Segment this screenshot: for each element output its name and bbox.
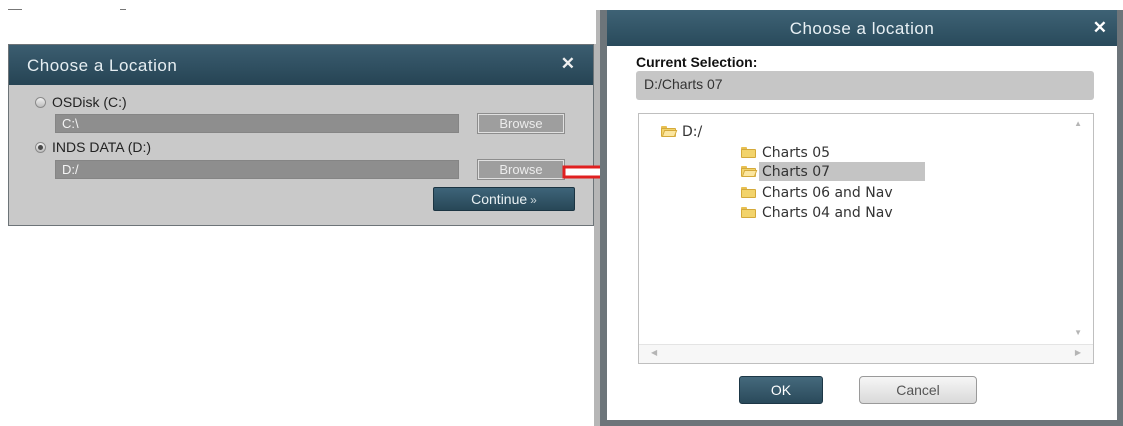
- top-dash-2: [120, 9, 126, 10]
- horizontal-scrollbar[interactable]: ◀ ▶: [639, 344, 1093, 363]
- tree-item[interactable]: Charts 05: [741, 143, 830, 162]
- drive-path-field: D:/: [55, 160, 459, 179]
- folder-tree[interactable]: D:/ Charts 05 Charts 07 Charts 06 and Na…: [638, 113, 1094, 364]
- scroll-down-icon[interactable]: ▼: [1074, 328, 1082, 337]
- tree-item-label: Charts 04 and Nav: [762, 204, 893, 221]
- drive-label: OSDisk (C:): [52, 94, 127, 110]
- close-icon[interactable]: ✕: [1093, 18, 1107, 38]
- current-selection-label: Current Selection:: [636, 54, 758, 70]
- tree-item-selected[interactable]: Charts 07: [741, 162, 926, 181]
- drive-label: INDS DATA (D:): [52, 139, 152, 155]
- choose-location-dialog: Choose a location ✕ Current Selection: D…: [600, 10, 1123, 426]
- dialog-title-bar: Choose a Location ✕: [9, 45, 593, 85]
- continue-button[interactable]: Continue»: [433, 187, 575, 211]
- browse-button[interactable]: Browse: [477, 159, 565, 180]
- drive-option-osdisk[interactable]: OSDisk (C:): [35, 93, 127, 111]
- browse-button[interactable]: Browse: [477, 113, 565, 134]
- folder-icon: [741, 147, 756, 158]
- folder-open-icon: [661, 126, 678, 137]
- tree-item-label: Charts 07: [759, 162, 926, 181]
- current-selection-field: D:/Charts 07: [636, 71, 1094, 100]
- tree-item[interactable]: Charts 04 and Nav: [741, 203, 893, 222]
- choose-location-dialog-small: Choose a Location ✕ OSDisk (C:) C:\ Brow…: [8, 44, 594, 226]
- drive-option-inds-data[interactable]: INDS DATA (D:): [35, 138, 151, 156]
- continue-label: Continue: [471, 191, 528, 207]
- dialog-title: Choose a Location: [27, 56, 178, 75]
- scroll-up-icon[interactable]: ▲: [1074, 119, 1082, 128]
- drive-path-field: C:\: [55, 114, 459, 133]
- top-dash-1: [8, 9, 22, 10]
- close-icon[interactable]: ✕: [561, 54, 575, 74]
- ok-button[interactable]: OK: [739, 376, 823, 404]
- folder-icon: [741, 207, 756, 218]
- dialog-title: Choose a location: [789, 19, 935, 38]
- radio-button-selected[interactable]: [35, 141, 46, 153]
- double-chevron-icon: »: [530, 193, 537, 207]
- tree-root-label: D:/: [682, 123, 703, 140]
- scroll-right-icon[interactable]: ▶: [1075, 348, 1081, 357]
- tree-item-label: Charts 05: [762, 144, 831, 161]
- folder-open-icon: [741, 166, 758, 177]
- tree-root[interactable]: D:/: [661, 122, 702, 141]
- tree-item-label: Charts 06 and Nav: [762, 184, 893, 201]
- tree-item[interactable]: Charts 06 and Nav: [741, 183, 893, 202]
- scroll-left-icon[interactable]: ◀: [651, 348, 657, 357]
- radio-button[interactable]: [35, 96, 46, 108]
- dialog-title-bar: Choose a location ✕: [607, 10, 1117, 46]
- folder-icon: [741, 187, 756, 198]
- cancel-button[interactable]: Cancel: [859, 376, 977, 404]
